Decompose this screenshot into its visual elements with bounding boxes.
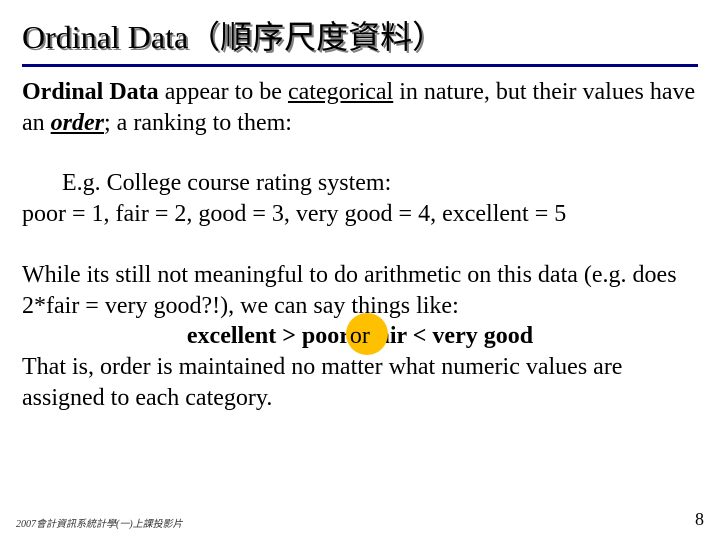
example-heading: E.g. College course rating system: (62, 170, 391, 196)
paragraph-1: Ordinal Data appear to be categorical in… (22, 77, 698, 138)
cmp-right: fair < very good (370, 323, 533, 349)
body-text: Ordinal Data appear to be categorical in… (22, 77, 698, 413)
term-categorical: categorical (288, 79, 393, 105)
slide: Ordinal Data（順序尺度資料） Ordinal Data（順序尺度資料… (0, 0, 720, 540)
term-ordinal-data: Ordinal Data (22, 79, 159, 105)
page-number: 8 (695, 509, 704, 530)
arithmetic-remark: While its still not meaningful to do ari… (22, 262, 677, 319)
comparison-line: excellent > poor or fair < very good (22, 321, 698, 352)
cmp-left: excellent > poor (187, 323, 350, 349)
paragraph-3: While its still not meaningful to do ari… (22, 260, 698, 414)
slide-title: Ordinal Data（順序尺度資料） Ordinal Data（順序尺度資料… (22, 12, 698, 58)
closing-remark: That is, order is maintained no matter w… (22, 354, 622, 411)
rating-scale: poor = 1, fair = 2, good = 3, very good … (22, 199, 566, 230)
or-text: or (350, 323, 370, 349)
term-order: order (51, 110, 104, 136)
footer: 2007會計資訊系統計學(一)上課投影片 8 (16, 509, 704, 530)
title-underline (22, 64, 698, 67)
footer-left: 2007會計資訊系統計學(一)上課投影片 (16, 515, 183, 530)
title-block: Ordinal Data（順序尺度資料） Ordinal Data（順序尺度資料… (22, 12, 698, 67)
paragraph-2: E.g. College course rating system: poor … (22, 168, 698, 229)
